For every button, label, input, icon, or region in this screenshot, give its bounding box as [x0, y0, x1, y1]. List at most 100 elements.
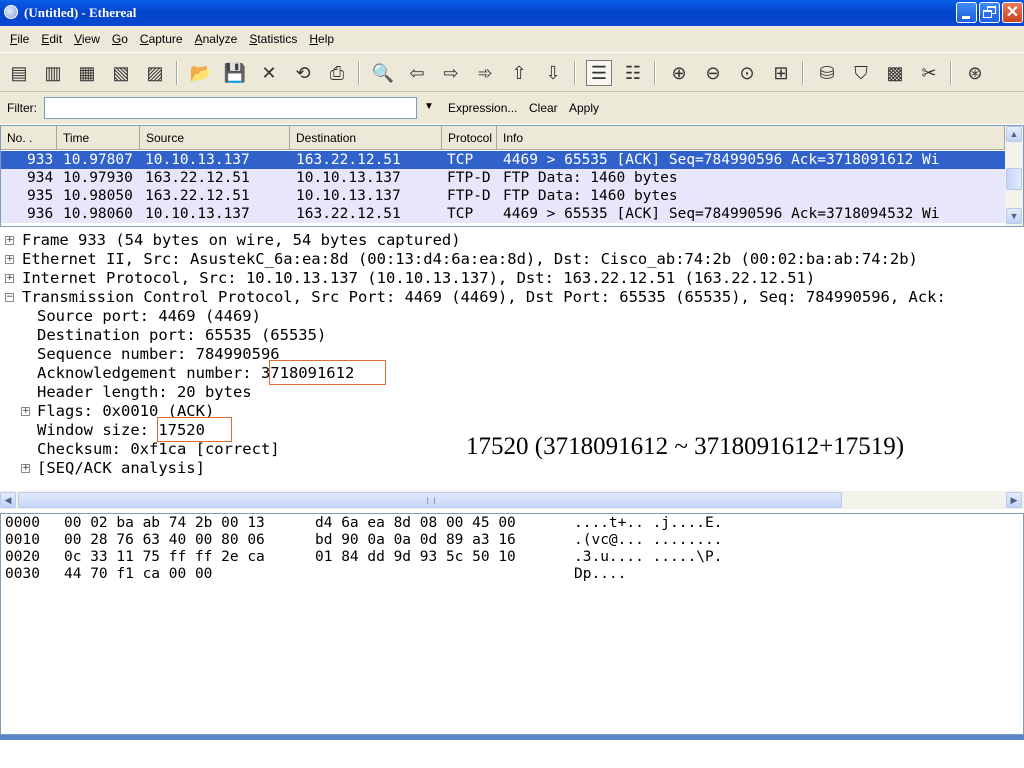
expand-icon[interactable]: +	[21, 407, 30, 416]
find-packet-button[interactable]: 🔍	[370, 60, 396, 86]
menu-file[interactable]: File	[4, 32, 35, 46]
zoom-normal-button[interactable]: ⊙	[734, 60, 760, 86]
menu-help[interactable]: Help	[303, 32, 340, 46]
display-filters-button[interactable]: ⛉	[848, 60, 874, 86]
hscroll-thumb[interactable]	[18, 492, 842, 508]
restart-capture-button[interactable]: ▨	[142, 60, 168, 86]
go-first-icon: ⇧	[511, 62, 527, 83]
filter-input[interactable]	[44, 97, 417, 119]
hex-hex2: 01 84 dd 9d 93 5c 50 10	[315, 549, 516, 565]
menu-go[interactable]: Go	[106, 32, 134, 46]
packet-list-header: No. . Time Source Destination Protocol Info	[1, 126, 1005, 150]
column-header-3[interactable]: Destination	[290, 126, 442, 149]
detail-line[interactable]: [SEQ/ACK analysis]	[37, 459, 205, 478]
expand-icon[interactable]: +	[5, 274, 14, 283]
maximize-button[interactable]	[979, 2, 1000, 23]
detail-line[interactable]: Sequence number: 784990596	[37, 345, 280, 364]
packet-source: 10.10.13.137	[145, 152, 250, 168]
scroll-thumb[interactable]	[1006, 168, 1022, 190]
help-button[interactable]: ⊛	[962, 60, 988, 86]
expand-icon[interactable]: +	[21, 464, 30, 473]
column-header-1[interactable]: Time	[57, 126, 140, 149]
scroll-down-icon[interactable]: ▼	[1006, 208, 1022, 224]
scroll-right-icon[interactable]: ▶	[1006, 492, 1022, 508]
close-file-icon: ✕	[261, 62, 277, 83]
packet-list-scrollbar[interactable]: ▲ ▼	[1005, 126, 1023, 226]
capture-filters-button[interactable]: ⛁	[814, 60, 840, 86]
menu-statistics[interactable]: Statistics	[243, 32, 303, 46]
packet-row[interactable]: 935 10.98050 163.22.12.51 10.10.13.137 FTP-D…	[1, 187, 1005, 205]
go-forward-button[interactable]: ⇨	[438, 60, 464, 86]
go-first-button[interactable]: ⇧	[506, 60, 532, 86]
detail-line[interactable]: Header length: 20 bytes	[37, 383, 252, 402]
go-back-button[interactable]: ⇦	[404, 60, 430, 86]
hex-ascii: .3.u.... .....\P.	[574, 549, 723, 565]
detail-line[interactable]: Checksum: 0xf1ca [correct]	[37, 440, 280, 459]
colorize-button[interactable]: ☰	[586, 60, 612, 86]
window-title: (Untitled) - Ethereal	[24, 5, 137, 20]
collapse-icon[interactable]: −	[5, 293, 14, 302]
packet-rows: 933 10.97807 10.10.13.137 163.22.12.51 TCP 44…	[1, 151, 1005, 223]
packet-row[interactable]: 936 10.98060 10.10.13.137 163.22.12.51 TCP 44…	[1, 205, 1005, 223]
minimize-button[interactable]	[956, 2, 977, 23]
auto-scroll-button[interactable]: ☷	[620, 60, 646, 86]
interfaces-button[interactable]: ▤	[6, 60, 32, 86]
save-icon: 💾	[223, 62, 247, 83]
hex-ascii: Dp....	[574, 566, 627, 582]
go-to-packet-button[interactable]: ➾	[472, 60, 498, 86]
reload-button[interactable]: ⟲	[290, 60, 316, 86]
packet-list: No. . Time Source Destination Protocol Info 9…	[0, 125, 1024, 227]
detail-line[interactable]: Ethernet II, Src: AsustekC_6a:ea:8d (00:…	[22, 250, 918, 269]
app-icon[interactable]	[4, 5, 18, 19]
capture-options-button[interactable]: ▥	[40, 60, 66, 86]
packet-row[interactable]: 934 10.97930 163.22.12.51 10.10.13.137 FTP-D…	[1, 169, 1005, 187]
clear-button[interactable]: Clear	[529, 101, 558, 115]
open-folder-button[interactable]: 📂	[188, 60, 214, 86]
scroll-left-icon[interactable]: ◀	[0, 492, 16, 508]
expression-button[interactable]: Expression...	[448, 101, 517, 115]
save-button[interactable]: 💾	[222, 60, 248, 86]
print-button[interactable]: ⎙	[324, 60, 350, 86]
packet-row[interactable]: 933 10.97807 10.10.13.137 163.22.12.51 TCP 44…	[1, 151, 1005, 169]
detail-line[interactable]: Transmission Control Protocol, Src Port:…	[22, 288, 946, 307]
menu-view[interactable]: View	[68, 32, 106, 46]
start-capture-button[interactable]: ▦	[74, 60, 100, 86]
detail-line[interactable]: Source port: 4469 (4469)	[37, 307, 261, 326]
column-header-4[interactable]: Protocol	[442, 126, 497, 149]
preferences-button[interactable]: ✂	[916, 60, 942, 86]
packet-no: 933	[27, 152, 54, 168]
zoom-out-button[interactable]: ⊖	[700, 60, 726, 86]
detail-line[interactable]: Frame 933 (54 bytes on wire, 54 bytes ca…	[22, 231, 461, 250]
packet-source: 163.22.12.51	[145, 170, 250, 186]
details-hscrollbar[interactable]: ◀ ▶	[0, 491, 1024, 509]
open-folder-icon: 📂	[189, 62, 213, 83]
stop-capture-button[interactable]: ▧	[108, 60, 134, 86]
zoom-in-button[interactable]: ⊕	[666, 60, 692, 86]
go-back-icon: ⇦	[409, 62, 425, 83]
detail-line[interactable]: Destination port: 65535 (65535)	[37, 326, 326, 345]
resize-columns-button[interactable]: ⊞	[768, 60, 794, 86]
go-last-button[interactable]: ⇩	[540, 60, 566, 86]
restart-capture-icon: ▨	[146, 62, 164, 83]
scroll-up-icon[interactable]: ▲	[1006, 126, 1022, 142]
apply-button[interactable]: Apply	[569, 101, 599, 115]
chevron-down-icon[interactable]: ▼	[424, 101, 434, 112]
ack-number-highlight	[269, 360, 386, 385]
column-header-0[interactable]: No. .	[1, 126, 57, 149]
hex-hex2: d4 6a ea 8d 08 00 45 00	[315, 515, 516, 531]
expand-icon[interactable]: +	[5, 236, 14, 245]
column-header-2[interactable]: Source	[140, 126, 290, 149]
packet-time: 10.98060	[63, 206, 133, 222]
detail-line[interactable]: Internet Protocol, Src: 10.10.13.137 (10…	[22, 269, 815, 288]
window-size-highlight	[157, 417, 232, 442]
window-range-annotation: 17520 (3718091612 ~ 3718091612+17519)	[466, 433, 905, 460]
menu-capture[interactable]: Capture	[134, 32, 189, 46]
column-header-5[interactable]: Info	[497, 126, 1005, 149]
hex-offset: 0020	[5, 549, 40, 565]
menu-analyze[interactable]: Analyze	[189, 32, 244, 46]
coloring-rules-button[interactable]: ▩	[882, 60, 908, 86]
close-file-button[interactable]: ✕	[256, 60, 282, 86]
menu-edit[interactable]: Edit	[35, 32, 68, 46]
expand-icon[interactable]: +	[5, 255, 14, 264]
close-button[interactable]: ✕	[1002, 2, 1023, 23]
